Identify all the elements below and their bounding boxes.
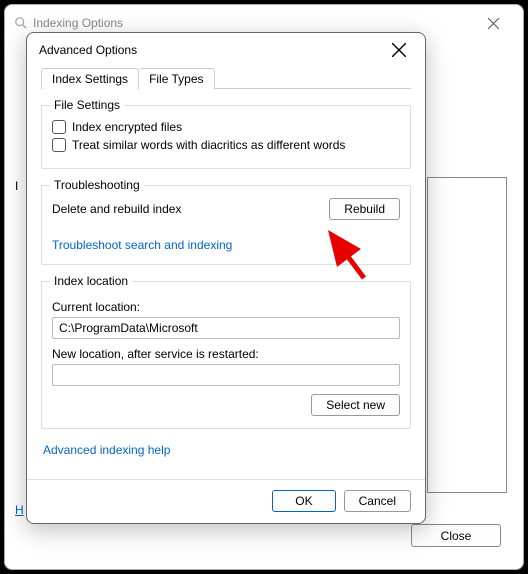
troubleshoot-link[interactable]: Troubleshoot search and indexing [52,238,232,252]
tab-index-settings[interactable]: Index Settings [41,68,139,89]
select-new-button-label: Select new [326,398,385,412]
bg-left-label: I [15,179,18,193]
file-settings-group: File Settings Index encrypted files Trea… [41,105,411,169]
checkbox-index-encrypted[interactable] [52,120,66,134]
bg-close-main-label: Close [441,529,472,543]
rebuild-button-label: Rebuild [344,202,385,216]
advanced-indexing-help-link[interactable]: Advanced indexing help [43,443,170,457]
bg-close-button[interactable] [471,9,515,37]
bg-close-main-button[interactable]: Close [411,524,501,547]
troubleshooting-group: Troubleshooting Delete and rebuild index… [41,185,411,265]
label-diacritics: Treat similar words with diacritics as d… [72,138,345,152]
dlg-body: Index Settings File Types File Settings … [27,67,425,479]
bg-window-title: Indexing Options [33,16,471,30]
tab-file-types[interactable]: File Types [139,68,214,89]
dlg-footer: OK Cancel [27,479,425,522]
new-location-field[interactable] [52,364,400,386]
label-index-encrypted: Index encrypted files [72,120,182,134]
checkbox-row-diacritics: Treat similar words with diacritics as d… [52,138,400,152]
bg-help-link[interactable]: H [15,503,24,517]
checkbox-row-encrypted: Index encrypted files [52,120,400,134]
current-location-label: Current location: [52,300,400,314]
ok-button-label: OK [295,494,312,508]
index-location-legend: Index location [50,274,132,288]
index-location-group: Index location Current location: New loc… [41,281,411,429]
rebuild-row: Delete and rebuild index Rebuild [52,198,400,220]
troubleshooting-legend: Troubleshooting [50,178,144,192]
bg-list-panel [427,177,507,493]
new-location-label: New location, after service is restarted… [52,347,400,361]
rebuild-label: Delete and rebuild index [52,202,181,216]
cancel-button[interactable]: Cancel [344,490,411,512]
close-button[interactable] [385,36,413,64]
dlg-title: Advanced Options [39,43,385,57]
cancel-button-label: Cancel [359,494,396,508]
select-new-button[interactable]: Select new [311,394,400,416]
tab-strip: Index Settings File Types [41,67,411,89]
checkbox-diacritics[interactable] [52,138,66,152]
dlg-titlebar: Advanced Options [27,33,425,67]
file-settings-legend: File Settings [50,98,124,112]
current-location-field[interactable] [52,317,400,339]
ok-button[interactable]: OK [272,490,335,512]
rebuild-button[interactable]: Rebuild [329,198,400,220]
search-icon [13,15,29,31]
advanced-options-dialog: Advanced Options Index Settings File Typ… [26,32,426,524]
